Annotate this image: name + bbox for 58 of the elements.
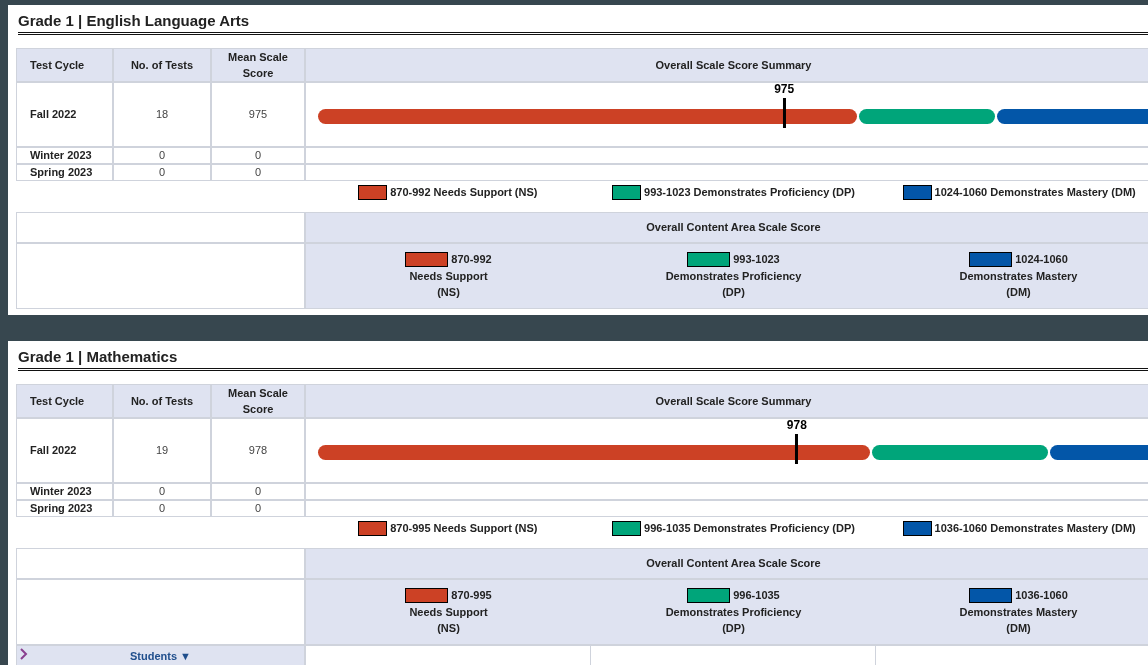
legend-label: 996-1035 Demonstrates Proficiency (DP) <box>644 521 855 537</box>
band-range: 1036-1060 <box>1015 588 1068 603</box>
band-name: Needs Support <box>409 268 488 284</box>
table-cell: 0 <box>211 500 305 517</box>
column-header: Test Cycle <box>16 48 113 82</box>
table-cell: 0 <box>211 164 305 181</box>
table-cell: 0 <box>113 500 211 517</box>
column-header: Overall Scale Score Summary <box>305 48 1148 82</box>
score-label: 978 <box>786 417 807 432</box>
table-cell: Spring 2023 <box>16 500 113 517</box>
band-range: 996-1035 <box>733 588 780 603</box>
legend-label: 870-995 Needs Support (NS) <box>390 521 538 537</box>
column-header: Mean Scale Score <box>211 384 305 418</box>
table-cell: 0 <box>113 164 211 181</box>
content-area-header: Overall Content Area Scale Score <box>305 548 1148 579</box>
table-cell: 978 <box>211 418 305 483</box>
band-abbreviation: (NS) <box>437 621 460 636</box>
legend-label: 1036-1060 Demonstrates Mastery (DM) <box>934 521 1136 537</box>
band-name: Demonstrates Mastery <box>959 604 1078 620</box>
table-cell: 975 <box>211 82 305 147</box>
content-area-header: Overall Content Area Scale Score <box>305 212 1148 243</box>
table-cell: 0 <box>113 147 211 164</box>
table-cell: 18 <box>113 82 211 147</box>
table-cell: Fall 2022 <box>16 418 113 483</box>
column-header: Test Cycle <box>16 384 113 418</box>
band-name: Needs Support <box>409 604 488 620</box>
table-cell: Fall 2022 <box>16 82 113 147</box>
legend-label: 870-992 Needs Support (NS) <box>390 185 538 201</box>
table-cell: 0 <box>211 483 305 500</box>
band-abbreviation: (DM) <box>1006 285 1031 300</box>
column-header: No. of Tests <box>113 48 211 82</box>
chevron-right-icon[interactable] <box>20 648 28 660</box>
band-range: 870-992 <box>451 252 492 267</box>
band-name: Demonstrates Proficiency <box>665 268 802 284</box>
column-header: No. of Tests <box>113 384 211 418</box>
legend-label: 993-1023 Demonstrates Proficiency (DP) <box>644 185 855 201</box>
legend-label: 1024-1060 Demonstrates Mastery (DM) <box>934 185 1136 201</box>
students-sort-link[interactable]: Students ▼ <box>130 649 191 663</box>
band-range: 993-1023 <box>733 252 780 267</box>
band-name: Demonstrates Mastery <box>959 268 1078 284</box>
band-abbreviation: (DM) <box>1006 621 1031 636</box>
table-cell: 19 <box>113 418 211 483</box>
band-abbreviation: (DP) <box>722 621 745 636</box>
table-cell: 0 <box>113 483 211 500</box>
table-cell: Spring 2023 <box>16 164 113 181</box>
band-abbreviation: (NS) <box>437 285 460 300</box>
table-cell: 0 <box>211 147 305 164</box>
band-name: Demonstrates Proficiency <box>665 604 802 620</box>
band-range: 870-995 <box>451 588 492 603</box>
section-title: Grade 1 | Mathematics <box>18 347 179 367</box>
column-header: Overall Scale Score Summary <box>305 384 1148 418</box>
section-title: Grade 1 | English Language Arts <box>18 11 251 31</box>
band-abbreviation: (DP) <box>722 285 745 300</box>
band-range: 1024-1060 <box>1015 252 1068 267</box>
table-cell: Winter 2023 <box>16 483 113 500</box>
score-label: 975 <box>774 81 795 96</box>
column-header: Mean Scale Score <box>211 48 305 82</box>
table-cell: Winter 2023 <box>16 147 113 164</box>
